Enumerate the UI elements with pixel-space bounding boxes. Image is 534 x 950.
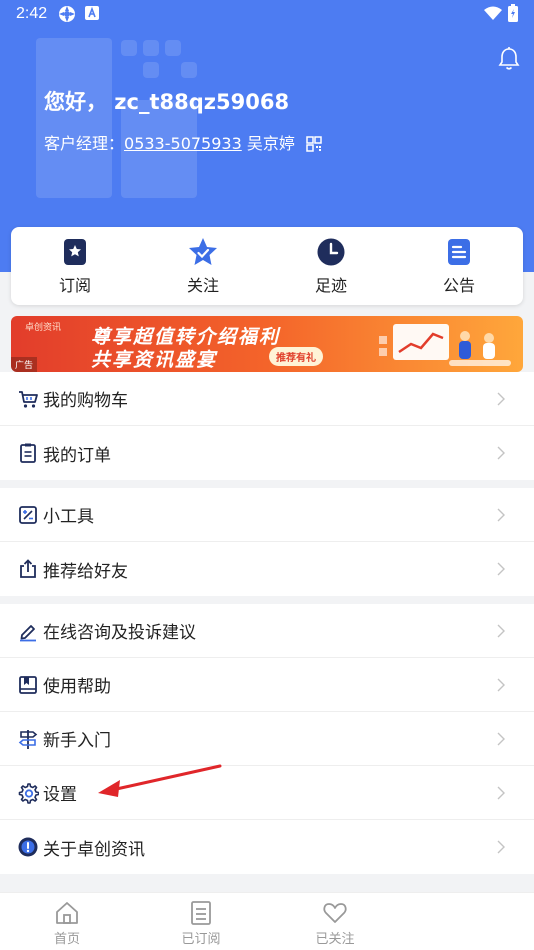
info-icon [18,837,38,857]
chevron-right-icon [497,678,505,692]
qr-code-icon[interactable] [306,136,322,152]
battery-icon [508,4,518,22]
menu-item-cart[interactable]: 我的购物车 [0,372,534,426]
status-time: 2:42 [16,5,48,22]
quick-action-history[interactable]: 足迹 [267,227,395,305]
share-icon [20,559,36,578]
tab-subscribed[interactable]: 已订阅 [134,893,268,950]
menu-item-label: 小工具 [43,507,94,527]
clipboard-icon [20,443,36,463]
greeting-text: 您好， zc_t88qz59068 [44,90,290,114]
menu-item-label: 推荐给好友 [43,561,128,582]
chevron-right-icon [497,446,505,460]
quick-action-follow[interactable]: 关注 [139,227,267,305]
wifi-icon [484,6,502,20]
app-notification-icon [59,6,75,22]
banner-illustration [379,324,511,366]
banner-subheadline: 共享资讯盛宴 [91,349,218,371]
menu-item-help[interactable]: 使用帮助 [0,658,534,712]
quick-action-label: 公告 [442,276,475,295]
menu-item-label: 我的订单 [43,445,111,466]
tab-label: 已关注 [315,932,355,947]
bottom-tab-bar: 首页 已订阅 已关注 [0,892,534,950]
list-icon [191,901,211,925]
account-manager: 客户经理：0533-5075933 吴京婷 [44,130,322,154]
gear-icon [18,782,39,804]
signpost-icon [18,729,38,749]
menu-item-label: 我的购物车 [43,391,128,411]
menu-item-consult[interactable]: 在线咨询及投诉建议 [0,604,534,658]
manager-prefix: 客户经理： [44,134,125,153]
promo-banner[interactable]: 卓创资讯 尊享超值转介绍福利 共享资讯盛宴 推荐有礼 广告 [11,316,523,372]
chevron-right-icon [497,624,505,638]
menu-item-about[interactable]: 关于卓创资讯 [0,820,534,874]
clock-icon [317,238,345,266]
menu-item-beginner[interactable]: 新手入门 [0,712,534,766]
header-decoration [36,38,112,198]
menu-item-label: 在线咨询及投诉建议 [43,623,196,643]
quick-action-label: 订阅 [58,276,91,295]
quick-action-label: 足迹 [314,276,347,295]
ad-label: 广告 [11,357,38,372]
home-icon [56,902,78,924]
chevron-right-icon [497,786,505,800]
menu-item-label: 关于卓创资讯 [43,839,145,860]
banner-tag: 推荐有礼 [269,347,323,366]
book-icon [19,675,37,694]
menu-item-label: 新手入门 [43,731,111,751]
header-decoration [181,62,197,78]
header-decoration [165,40,181,56]
chevron-right-icon [497,562,505,576]
chevron-right-icon [497,840,505,854]
tools-icon [19,505,37,524]
chevron-right-icon [497,392,505,406]
a-notification-icon [85,6,99,20]
tab-followed[interactable]: 已关注 [268,893,402,950]
pen-icon [20,624,36,641]
manager-name: 吴京婷 [246,134,295,153]
menu-group-orders: 我的购物车 我的订单 [0,372,534,480]
header-decoration [143,62,159,78]
star-badge-icon [189,238,217,265]
manager-phone-link[interactable]: 0533-5075933 [124,134,242,153]
quick-action-label: 关注 [186,276,219,295]
menu-item-settings[interactable]: 设置 [0,766,534,820]
menu-group-help: 在线咨询及投诉建议 使用帮助 新手入门 设置 关于卓创资讯 [0,604,534,874]
tab-label: 已订阅 [181,932,221,947]
chevron-right-icon [497,732,505,746]
cart-icon [19,390,38,408]
quick-action-announcement[interactable]: 公告 [395,227,523,305]
menu-item-tools[interactable]: 小工具 [0,488,534,542]
chevron-right-icon [497,508,505,522]
menu-item-label: 设置 [43,785,77,805]
tab-home[interactable]: 首页 [0,893,134,950]
header-decoration [143,40,159,56]
banner-brand-logo: 卓创资讯 [25,323,62,333]
document-icon [448,239,470,265]
status-bar: 2:42 [0,0,534,28]
menu-group-tools: 小工具 推荐给好友 [0,488,534,596]
bookmark-icon [64,239,86,265]
tab-label: 首页 [53,932,80,947]
heart-icon [323,903,347,923]
quick-action-subscribe[interactable]: 订阅 [11,227,139,305]
quick-actions-card: 订阅 关注 足迹 公告 [11,227,523,305]
menu-item-label: 使用帮助 [43,677,111,697]
menu-item-recommend[interactable]: 推荐给好友 [0,542,534,596]
menu-item-orders[interactable]: 我的订单 [0,426,534,480]
header-decoration [121,40,137,56]
bell-icon[interactable] [497,46,521,72]
